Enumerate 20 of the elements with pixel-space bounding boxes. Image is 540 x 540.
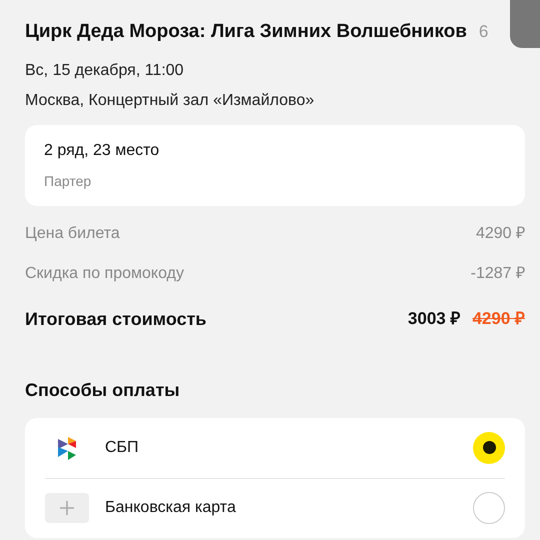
total-label: Итоговая стоимость (25, 308, 206, 330)
event-title: Цирк Деда Мороза: Лига Зимних Волшебников (25, 20, 467, 44)
price-value: 4290 ₽ (476, 224, 525, 244)
price-value: -1287 ₽ (470, 264, 525, 284)
price-label: Цена билета (25, 224, 120, 244)
sbp-logo-icon (56, 434, 78, 460)
total-price: 3003 ₽ (408, 308, 460, 330)
old-price: 4290 ₽ (472, 308, 525, 330)
event-venue: Москва, Концертный зал «Измайлово» (25, 90, 316, 110)
payment-method-label: СБП (105, 438, 140, 458)
event-date: Вс, 15 декабря, 11:00 (25, 60, 185, 80)
radio-button[interactable] (473, 492, 505, 524)
price-label: Скидка по промокоду (25, 264, 184, 284)
plus-icon (45, 493, 89, 523)
payment-title: Способы оплаты (24, 378, 181, 402)
payment-method-label: Банковская карта (105, 498, 237, 518)
seat-zone: Партер (44, 172, 92, 191)
seat-place: 2 ряд, 23 место (44, 140, 160, 160)
radio-button[interactable] (473, 432, 505, 464)
event-title-tail: 6 (478, 21, 488, 43)
